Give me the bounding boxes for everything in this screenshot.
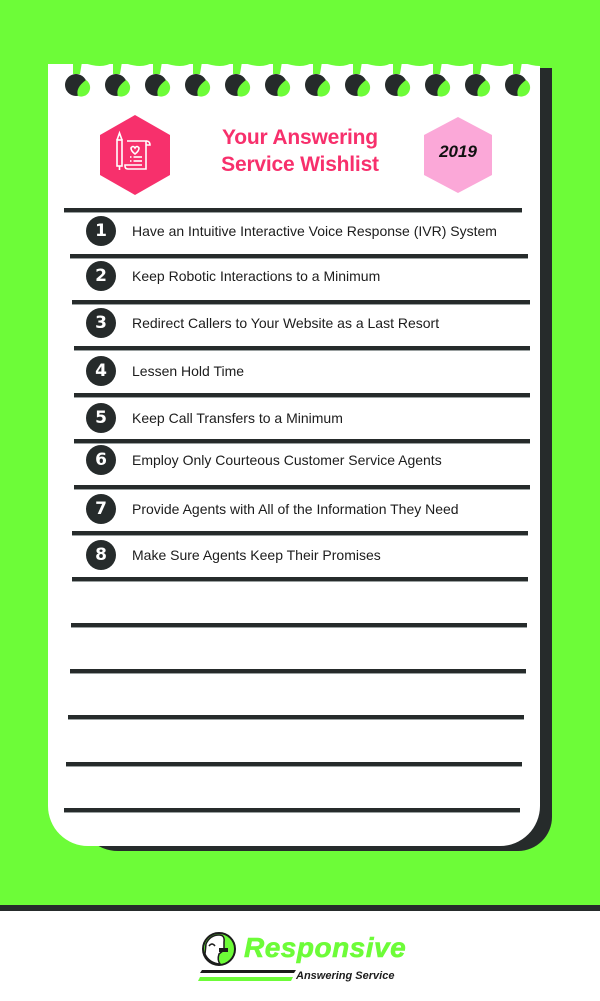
ruled-line	[74, 393, 530, 397]
year-label: 2019	[439, 142, 477, 161]
paper-scallop	[442, 62, 473, 66]
brand-name: Responsive	[244, 932, 407, 964]
ring-notch	[393, 62, 402, 74]
binder-rings	[65, 62, 553, 97]
ring-notch	[113, 62, 122, 74]
ring-notch	[73, 62, 82, 74]
item-text: Redirect Callers to Your Website as a La…	[132, 315, 440, 331]
wishlist-item: 7 Provide Agents with All of the Informat…	[86, 494, 459, 524]
ruled-line	[74, 439, 530, 443]
wishlist-item: 3 Redirect Callers to Your Website as a L…	[86, 308, 439, 338]
ring-notch	[313, 62, 322, 74]
item-text: Lessen Hold Time	[132, 363, 245, 379]
item-number-badge: 1	[86, 216, 116, 246]
title-line-1: Your Answering	[222, 126, 378, 149]
item-number-badge: 2	[86, 261, 116, 291]
brand-logo: Responsive Answering Service	[198, 928, 408, 988]
paper-scallop	[322, 62, 353, 66]
paper-scallop	[482, 62, 513, 66]
item-number-badge: 3	[86, 308, 116, 338]
item-text: Employ Only Courteous Customer Service A…	[132, 452, 442, 468]
logo-underline-stripes	[198, 970, 296, 981]
item-text: Have an Intuitive Interactive Voice Resp…	[132, 223, 497, 239]
ring-notch	[233, 62, 242, 74]
ruled-line	[70, 254, 528, 258]
paper-scallop	[122, 62, 153, 66]
paper-scallop	[82, 62, 113, 66]
wishlist-item: 8 Make Sure Agents Keep Their Promises	[86, 540, 381, 570]
ruled-line	[70, 669, 526, 673]
page-title: Your Answering Service Wishlist	[190, 124, 410, 178]
paper-scallop	[522, 62, 553, 66]
ruled-line	[66, 762, 522, 766]
item-number-badge: 8	[86, 540, 116, 570]
paper-scallop	[282, 62, 313, 66]
item-number-badge: 4	[86, 356, 116, 386]
paper-scallop	[242, 62, 273, 66]
item-text: Make Sure Agents Keep Their Promises	[132, 547, 381, 563]
title-line-2: Service Wishlist	[221, 153, 379, 176]
wishlist-icon-badge	[100, 115, 170, 195]
ruled-line	[72, 300, 530, 304]
ruled-line	[64, 808, 520, 812]
item-text: Provide Agents with All of the Informati…	[132, 501, 459, 517]
ruled-line	[64, 208, 522, 212]
ruled-line	[72, 577, 528, 581]
ring-notch	[513, 62, 522, 74]
brand-tagline: Answering Service	[296, 970, 395, 982]
item-number-badge: 6	[86, 445, 116, 475]
wishlist-item: 2 Keep Robotic Interactions to a Minimum	[86, 261, 380, 291]
wishlist-item: 6 Employ Only Courteous Customer Service …	[86, 445, 442, 475]
ruled-line	[74, 485, 530, 489]
wishlist-item: 4 Lessen Hold Time	[86, 356, 244, 386]
ring-notch	[193, 62, 202, 74]
ring-notch	[273, 62, 282, 74]
ruled-line	[72, 531, 528, 535]
ring-notch	[353, 62, 362, 74]
ring-notch	[153, 62, 162, 74]
ring-notch	[473, 62, 482, 74]
headset-person-icon	[202, 932, 236, 966]
footer-divider	[0, 905, 600, 911]
paper-scallop	[202, 62, 233, 66]
paper-scallop	[402, 62, 433, 66]
ring-notch	[433, 62, 442, 74]
paper-scallop	[162, 62, 193, 66]
item-number-badge: 5	[86, 403, 116, 433]
ruled-line	[68, 715, 524, 719]
wishlist-item: 5 Keep Call Transfers to a Minimum	[86, 403, 343, 433]
item-number-badge: 7	[86, 494, 116, 524]
ruled-line	[74, 346, 530, 350]
ruled-line	[71, 623, 527, 627]
paper-scallop	[362, 62, 393, 66]
item-text: Keep Call Transfers to a Minimum	[132, 410, 343, 426]
item-text: Keep Robotic Interactions to a Minimum	[132, 268, 381, 284]
wishlist-item: 1 Have an Intuitive Interactive Voice Res…	[86, 216, 497, 246]
